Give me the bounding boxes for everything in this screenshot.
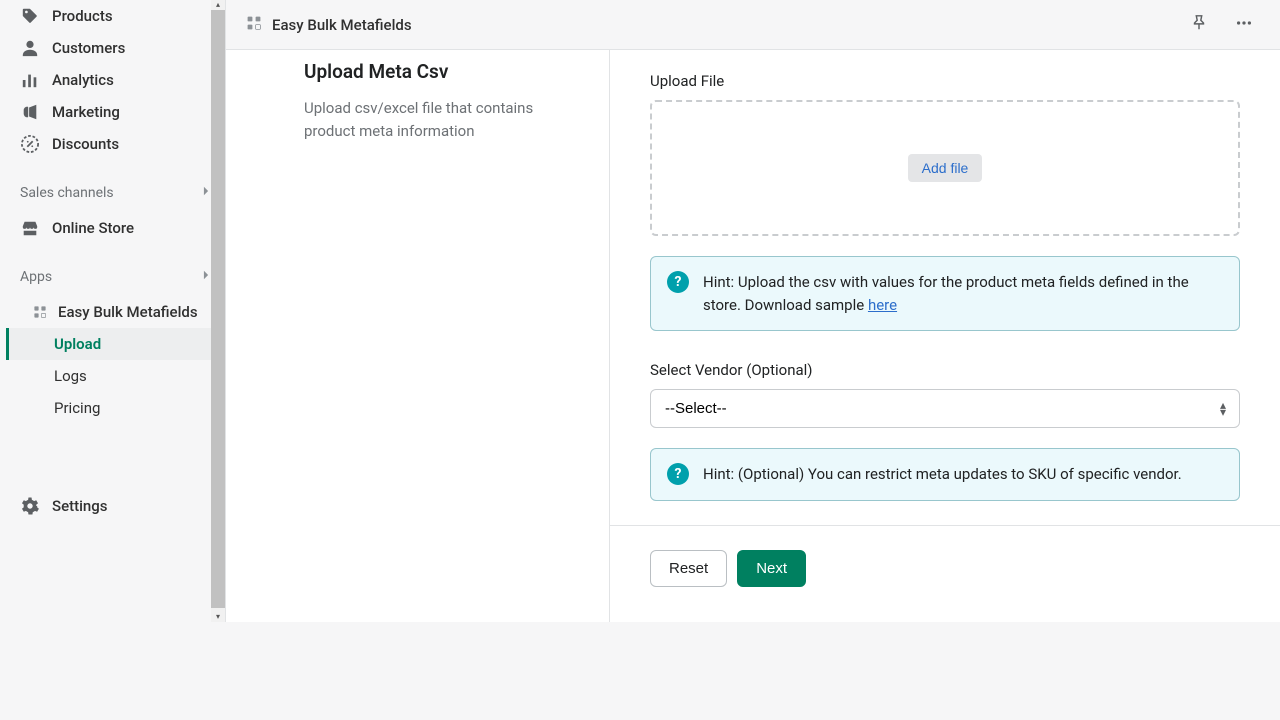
nav-label: Customers	[52, 39, 125, 57]
scroll-down-arrow[interactable]: ▾	[211, 612, 225, 622]
app-grid-icon	[246, 15, 262, 35]
nav-app-easy-bulk[interactable]: Easy Bulk Metafields	[12, 296, 219, 328]
nav-marketing[interactable]: Marketing	[12, 96, 219, 128]
app-tab-upload[interactable]: Upload	[6, 328, 219, 360]
upload-label: Upload File	[650, 72, 1240, 90]
gear-icon	[20, 496, 40, 516]
next-button[interactable]: Next	[737, 550, 806, 587]
hint-text: Hint: (Optional) You can restrict meta u…	[703, 463, 1182, 486]
vendor-select[interactable]: --Select--	[650, 389, 1240, 428]
nav-label: Easy Bulk Metafields	[58, 303, 198, 321]
page-title: Upload Meta Csv	[304, 60, 581, 83]
nav-analytics[interactable]: Analytics	[12, 64, 219, 96]
app-tab-pricing[interactable]: Pricing	[6, 392, 219, 424]
megaphone-icon	[20, 102, 40, 122]
page-description: Upload csv/excel file that contains prod…	[304, 97, 581, 142]
nav-label: Marketing	[52, 103, 120, 121]
form-actions: Reset Next	[650, 550, 1240, 587]
right-column: Upload File Add file ? Hint: Upload the …	[610, 50, 1280, 622]
nav-label: Analytics	[52, 71, 114, 89]
divider	[610, 525, 1280, 526]
store-icon	[20, 218, 40, 238]
question-icon: ?	[667, 463, 689, 485]
pin-icon[interactable]	[1184, 8, 1214, 42]
person-icon	[20, 38, 40, 58]
discount-icon	[20, 134, 40, 154]
apps-header[interactable]: Apps	[0, 258, 225, 296]
nav-discounts[interactable]: Discounts	[12, 128, 219, 160]
section-label: Sales channels	[20, 185, 114, 201]
nav-settings[interactable]: Settings	[12, 490, 205, 522]
scrollbar-track: ▴ ▾	[211, 0, 225, 622]
nav-label: Products	[52, 7, 113, 25]
nav-online-store[interactable]: Online Store	[12, 212, 219, 244]
add-file-button[interactable]: Add file	[908, 154, 983, 182]
section-label: Apps	[20, 269, 52, 285]
sales-channels-header[interactable]: Sales channels	[0, 174, 225, 212]
hint-upload: ? Hint: Upload the csv with values for t…	[650, 256, 1240, 331]
more-icon[interactable]	[1228, 8, 1260, 42]
vendor-label: Select Vendor (Optional)	[650, 361, 1240, 379]
hint-vendor: ? Hint: (Optional) You can restrict meta…	[650, 448, 1240, 501]
app-title-text: Easy Bulk Metafields	[272, 16, 412, 34]
nav-label: Discounts	[52, 135, 119, 153]
left-column: Upload Meta Csv Upload csv/excel file th…	[226, 50, 610, 622]
hint-text: Hint: Upload the csv with values for the…	[703, 271, 1223, 316]
topbar: Easy Bulk Metafields	[226, 0, 1280, 50]
nav-label: Settings	[52, 497, 108, 515]
nav-label: Online Store	[52, 219, 134, 237]
tag-icon	[20, 6, 40, 26]
download-sample-link[interactable]: here	[868, 296, 897, 314]
scrollbar-thumb[interactable]	[211, 10, 225, 608]
nav-customers[interactable]: Customers	[12, 32, 219, 64]
reset-button[interactable]: Reset	[650, 550, 727, 587]
bars-icon	[20, 70, 40, 90]
app-grid-icon	[30, 302, 50, 322]
scroll-up-arrow[interactable]: ▴	[211, 0, 225, 10]
question-icon: ?	[667, 271, 689, 293]
hint-prefix: Hint: Upload the csv with values for the…	[703, 273, 1189, 314]
file-dropzone[interactable]: Add file	[650, 100, 1240, 236]
nav-products[interactable]: Products	[12, 0, 219, 32]
main-panel: Upload Meta Csv Upload csv/excel file th…	[226, 50, 1280, 622]
app-tab-logs[interactable]: Logs	[6, 360, 219, 392]
content-area: Easy Bulk Metafields Upload Meta Csv Upl…	[226, 0, 1280, 622]
app-title: Easy Bulk Metafields	[246, 15, 412, 35]
sidebar: ▴ ▾ Products Customers Analyti	[0, 0, 226, 622]
